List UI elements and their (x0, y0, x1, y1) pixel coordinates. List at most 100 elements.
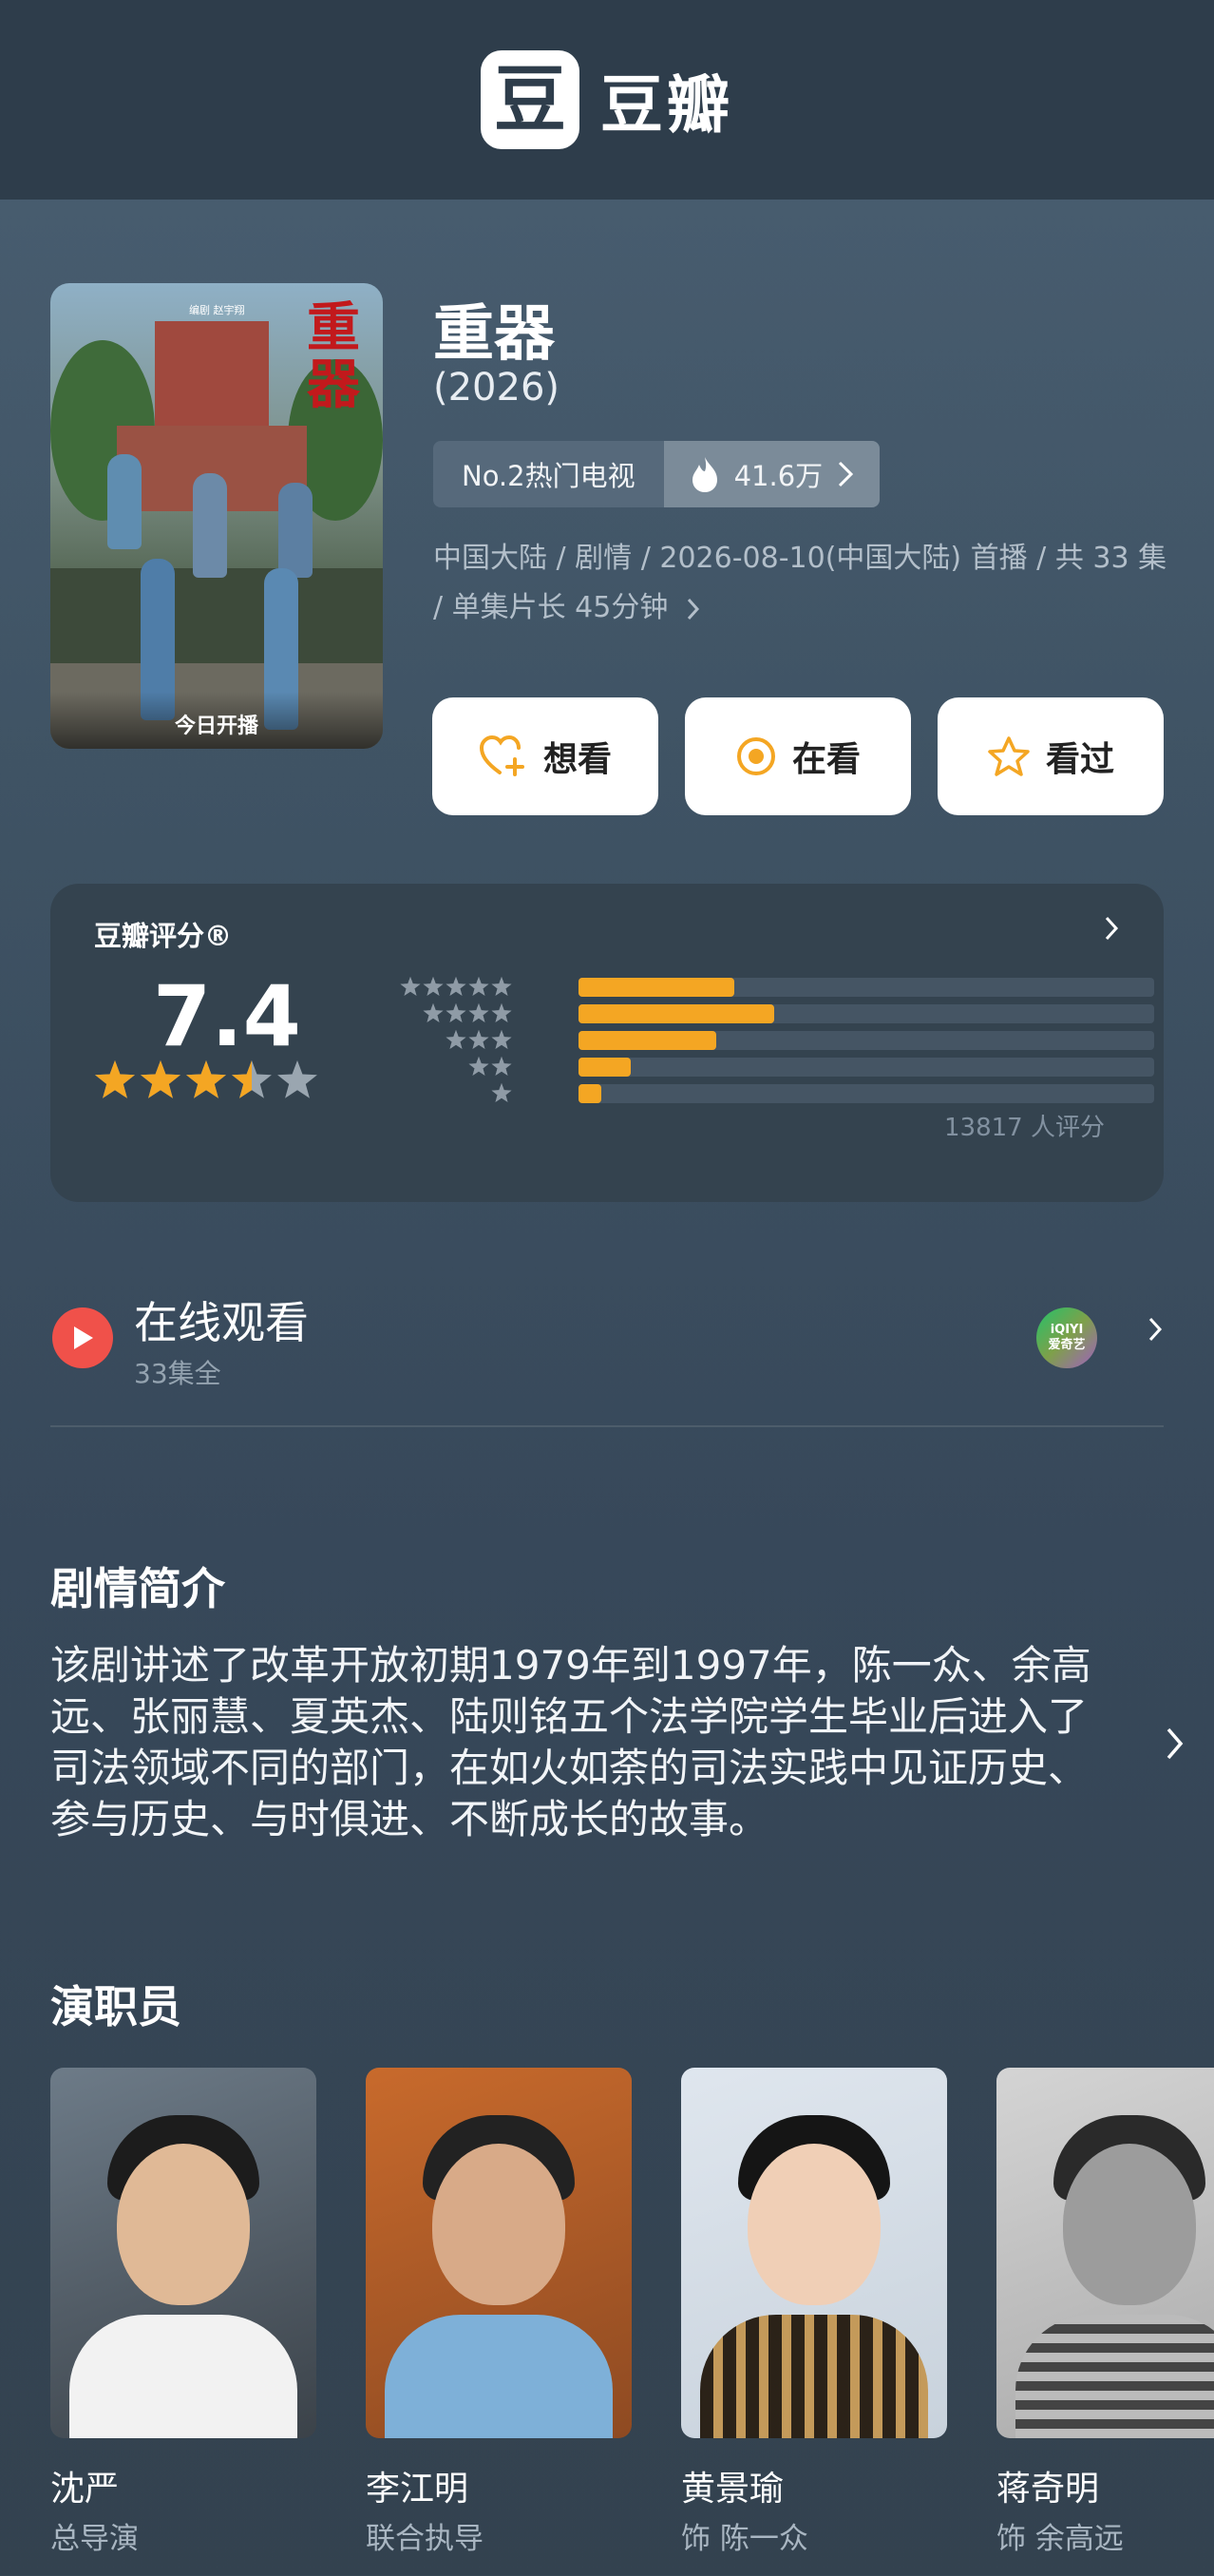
flame-icon (692, 457, 717, 492)
distribution-stars (370, 1083, 512, 1104)
distribution-row (370, 1001, 1154, 1027)
distribution-stars (370, 977, 512, 998)
cast-role: 饰 陈一众 (681, 2522, 808, 2556)
star-icon (232, 1060, 272, 1098)
distribution-bar (579, 1084, 602, 1103)
show-meta[interactable]: 中国大陆 / 剧情 / 2026-08-10(中国大陆) 首播 / 共 33 集… (433, 534, 1174, 633)
cast-photo (50, 2068, 316, 2438)
small-star-icon (491, 1083, 512, 1102)
distribution-track (579, 1031, 1154, 1050)
star-icon (95, 1060, 135, 1098)
small-star-icon (491, 977, 512, 996)
star-outline-icon (988, 736, 1030, 776)
small-star-icon (446, 1003, 466, 1022)
poster-credit: 编剧 赵宇翔 (189, 304, 245, 316)
synopsis-heading: 剧情简介 (50, 1563, 225, 1614)
rating-distribution (370, 974, 1154, 1107)
heat-indicator: 41.6万 (663, 441, 881, 507)
small-star-icon (468, 1030, 489, 1049)
rating-count: 13817 人评分 (944, 1114, 1105, 1142)
cast-role: 饰 余高远 (996, 2522, 1124, 2556)
want-to-watch-button[interactable]: 想看 (432, 697, 658, 815)
cast-heading: 演职员 (50, 1981, 181, 2032)
rating-label: 豆瓣评分® (94, 920, 233, 952)
chevron-right-icon (687, 598, 699, 620)
logo-text: 豆瓣 (600, 68, 733, 142)
heart-plus-icon (479, 735, 524, 776)
rank-label: No.2热门电视 (433, 441, 664, 507)
cast-photo (366, 2068, 632, 2438)
small-star-icon (468, 977, 489, 996)
show-title: 重器 (433, 299, 555, 370)
small-star-icon (491, 1057, 512, 1076)
show-year: (2026) (433, 366, 560, 410)
logo-icon: 豆 (481, 50, 579, 149)
distribution-track (579, 1084, 1154, 1103)
small-star-icon (468, 1003, 489, 1022)
poster-title: 重器 (307, 297, 360, 416)
heat-value: 41.6万 (733, 460, 824, 492)
distribution-stars (370, 1030, 512, 1051)
online-episodes: 33集全 (134, 1358, 221, 1389)
cast-card[interactable]: 黄景瑜 饰 陈一众 (681, 2068, 947, 2557)
distribution-track (579, 978, 1154, 997)
star-icon (186, 1060, 226, 1098)
cast-role: 总导演 (50, 2522, 139, 2556)
watching-circle-icon (736, 737, 775, 775)
distribution-stars (370, 1003, 512, 1024)
small-star-icon (400, 977, 421, 996)
star-icon (277, 1060, 317, 1098)
action-buttons: 想看 在看 看过 (432, 697, 1164, 815)
cast-role: 联合执导 (366, 2522, 484, 2556)
chevron-right-icon (839, 461, 854, 487)
rank-badge[interactable]: No.2热门电视 41.6万 (433, 441, 881, 507)
small-star-icon (446, 977, 466, 996)
synopsis-text[interactable]: 该剧讲述了改革开放初期1979年到1997年，陈一众、余高远、张丽慧、夏英杰、陆… (50, 1640, 1105, 1845)
distribution-bar (579, 1004, 775, 1023)
poster-image[interactable]: 重器 编剧 赵宇翔 今日开播 (50, 283, 383, 749)
rating-card[interactable]: 豆瓣评分® 7.4 13817 人评分 (50, 884, 1164, 1202)
top-bar: 豆 豆瓣 (0, 0, 1214, 200)
distribution-bar (579, 1031, 717, 1050)
cast-name: 蒋奇明 (996, 2470, 1100, 2509)
cast-photo (996, 2068, 1214, 2438)
distribution-track (579, 1058, 1154, 1077)
distribution-track (579, 1004, 1154, 1023)
douban-logo[interactable]: 豆 豆瓣 (481, 50, 733, 149)
poster-badge: 今日开播 (50, 692, 383, 749)
star-icon (141, 1060, 180, 1098)
small-star-icon (423, 1003, 444, 1022)
chevron-right-icon (1167, 1727, 1184, 1760)
play-icon (52, 1307, 113, 1368)
cast-card[interactable]: 李江明 联合执导 (366, 2068, 632, 2557)
cast-card[interactable]: 蒋奇明 饰 余高远 (996, 2068, 1214, 2557)
cast-name: 李江明 (366, 2470, 469, 2509)
online-watch-title: 在线观看 (134, 1297, 309, 1348)
watching-button[interactable]: 在看 (685, 697, 911, 815)
distribution-row (370, 1080, 1154, 1107)
iqiyi-logo-icon: iQIYI 爱奇艺 (1036, 1307, 1097, 1368)
distribution-bar (579, 1058, 631, 1077)
chevron-right-icon (1148, 1317, 1163, 1342)
cast-card[interactable]: 沈严 总导演 (50, 2068, 316, 2557)
small-star-icon (468, 1057, 489, 1076)
small-star-icon (491, 1003, 512, 1022)
small-star-icon (491, 1030, 512, 1049)
rating-stars (94, 1060, 318, 1102)
distribution-stars (370, 1057, 512, 1078)
watched-button[interactable]: 看过 (938, 697, 1164, 815)
rating-score: 7.4 (153, 967, 301, 1065)
distribution-bar (579, 978, 734, 997)
cast-photo (681, 2068, 947, 2438)
cast-name: 黄景瑜 (681, 2470, 785, 2509)
cast-list: 沈严 总导演 李江明 联合执导 黄景瑜 饰 陈一众 蒋奇明 饰 余高远 (50, 2068, 1214, 2557)
distribution-row (370, 1054, 1154, 1080)
small-star-icon (446, 1030, 466, 1049)
synopsis-expand[interactable] (1165, 1726, 1186, 1765)
distribution-row (370, 974, 1154, 1001)
distribution-row (370, 1027, 1154, 1054)
small-star-icon (423, 977, 444, 996)
online-watch-row[interactable]: 在线观看 33集全 iQIYI 爱奇艺 (50, 1283, 1164, 1427)
cast-name: 沈严 (50, 2470, 120, 2509)
chevron-right-icon (1105, 916, 1119, 941)
